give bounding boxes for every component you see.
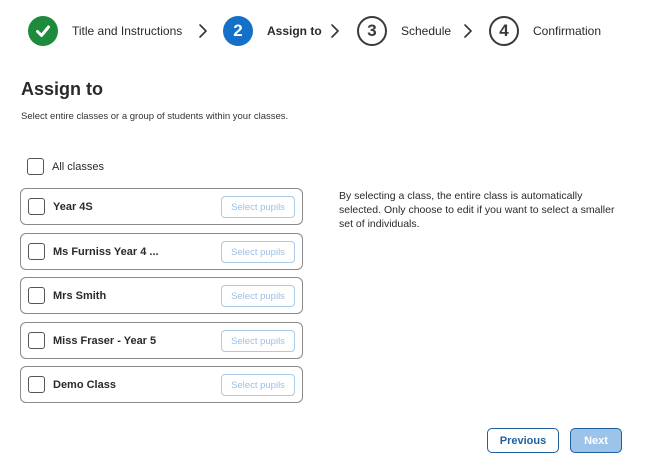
class-checkbox[interactable] [28, 198, 45, 215]
all-classes-option[interactable]: All classes [27, 158, 104, 175]
step-confirmation[interactable]: 4 Confirmation [489, 14, 601, 48]
assign-page: Title and Instructions 2 Assign to 3 Sch… [0, 0, 655, 472]
class-card[interactable]: Ms Furniss Year 4 ... Select pupils [20, 233, 303, 270]
class-checkbox[interactable] [28, 332, 45, 349]
select-pupils-button[interactable]: Select pupils [221, 241, 295, 263]
class-checkbox[interactable] [28, 243, 45, 260]
all-classes-label: All classes [52, 160, 104, 173]
class-name: Ms Furniss Year 4 ... [53, 245, 159, 258]
class-card[interactable]: Year 4S Select pupils [20, 188, 303, 225]
class-name: Mrs Smith [53, 289, 107, 302]
class-name: Demo Class [53, 378, 116, 391]
class-checkbox[interactable] [28, 287, 45, 304]
class-card[interactable]: Demo Class Select pupils [20, 366, 303, 403]
class-name: Year 4S [53, 200, 93, 213]
select-pupils-button[interactable]: Select pupils [221, 374, 295, 396]
step-schedule[interactable]: 3 Schedule [357, 14, 451, 48]
step-number: 2 [223, 16, 253, 46]
page-subtitle: Select entire classes or a group of stud… [21, 111, 289, 122]
next-button[interactable]: Next [570, 428, 622, 453]
chevron-right-icon [199, 24, 207, 38]
class-card[interactable]: Miss Fraser - Year 5 Select pupils [20, 322, 303, 359]
select-pupils-button[interactable]: Select pupils [221, 330, 295, 352]
step-label: Assign to [267, 24, 322, 38]
step-number: 3 [357, 16, 387, 46]
step-number: 4 [489, 16, 519, 46]
step-label: Schedule [401, 24, 452, 38]
step-label: Title and Instructions [72, 24, 183, 38]
select-pupils-button[interactable]: Select pupils [221, 285, 295, 307]
step-label: Confirmation [533, 24, 602, 38]
info-text: By selecting a class, the entire class i… [339, 190, 615, 230]
page-title: Assign to [21, 79, 104, 99]
class-checkbox[interactable] [28, 376, 45, 393]
class-card[interactable]: Mrs Smith Select pupils [20, 277, 303, 314]
class-name: Miss Fraser - Year 5 [53, 334, 157, 347]
all-classes-checkbox[interactable] [27, 158, 44, 175]
previous-button[interactable]: Previous [487, 428, 559, 453]
step-title-and-instructions[interactable]: Title and Instructions [28, 14, 182, 48]
chevron-right-icon [331, 24, 339, 38]
step-complete-circle [28, 16, 58, 46]
step-assign-to[interactable]: 2 Assign to [223, 14, 322, 48]
check-icon [36, 25, 50, 37]
chevron-right-icon [464, 24, 472, 38]
select-pupils-button[interactable]: Select pupils [221, 196, 295, 218]
